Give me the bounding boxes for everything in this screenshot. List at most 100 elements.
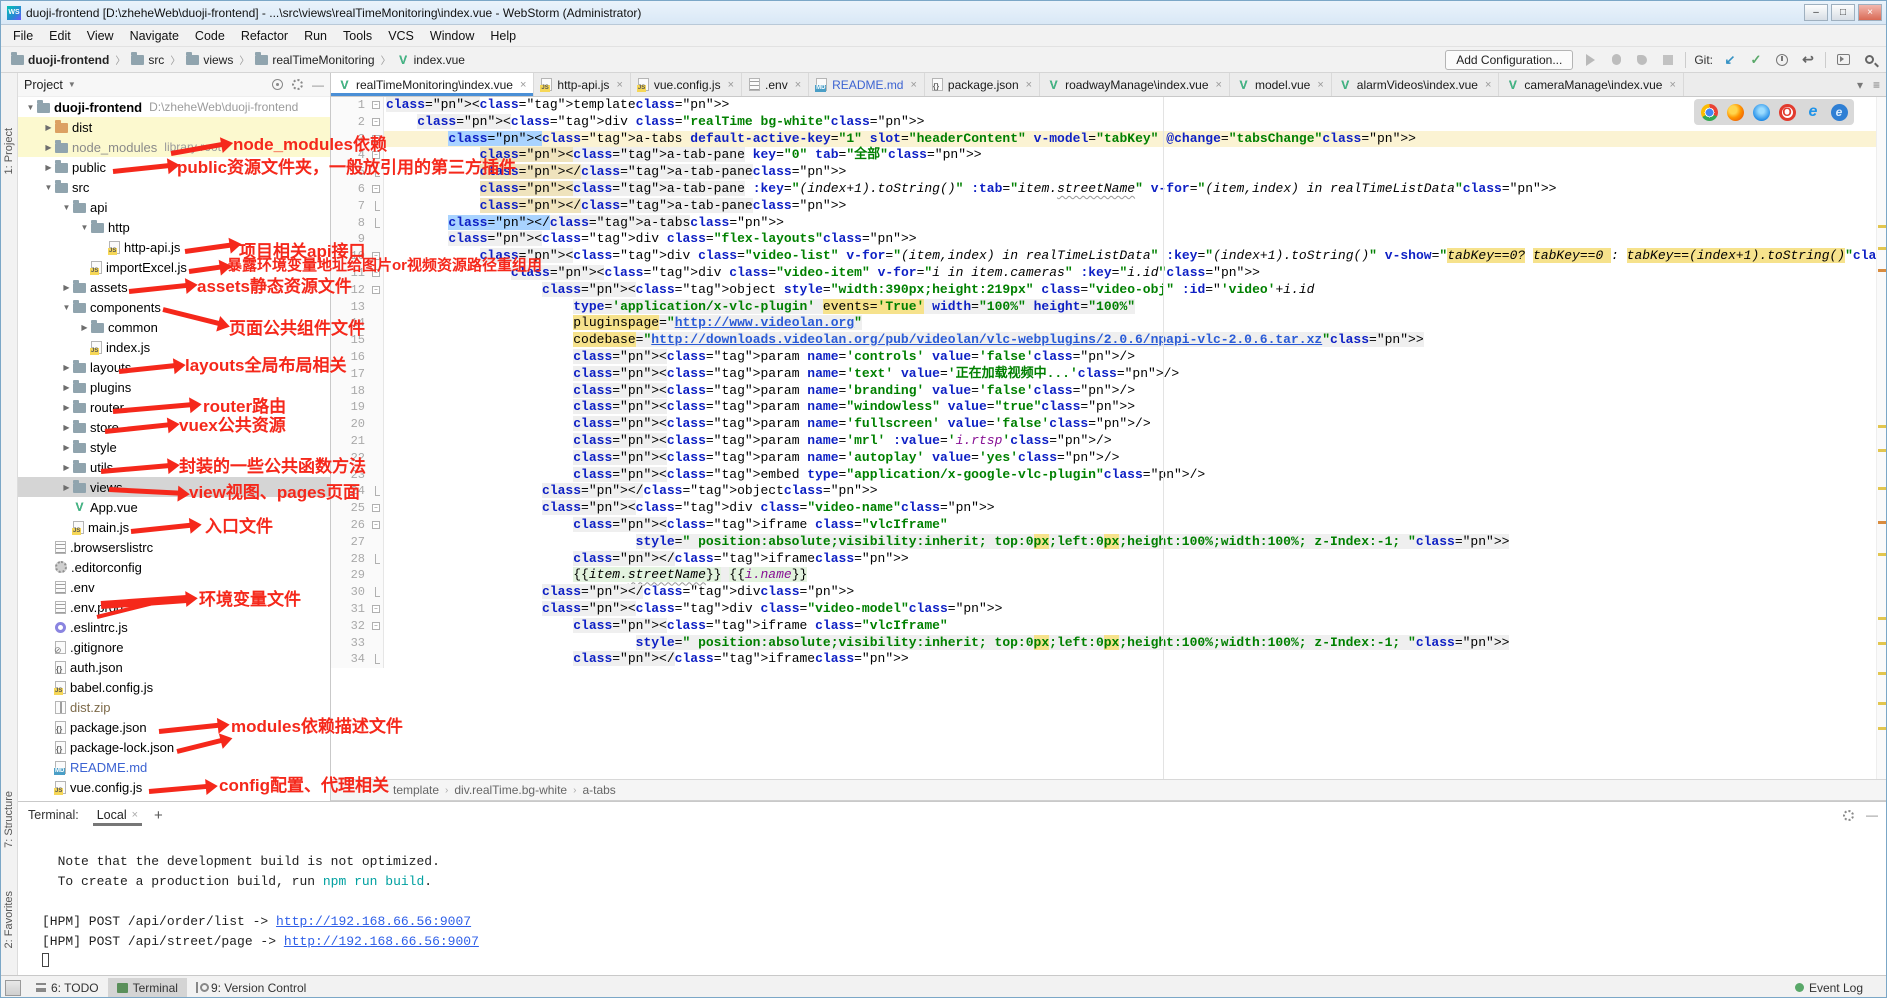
code-line[interactable]: 29 {{item.streetName}} {{i.name}}	[331, 567, 1887, 584]
fold-gutter[interactable]	[370, 483, 384, 500]
editor-breadcrumb-item[interactable]: template	[393, 783, 439, 797]
rollback-icon[interactable]: ↩	[1799, 51, 1817, 69]
tree-item-public[interactable]: ▶public	[18, 157, 330, 177]
statusbar-6-todo[interactable]: 6: TODO	[27, 978, 108, 998]
tree-item-http-api.js[interactable]: http-api.js	[18, 237, 330, 257]
fold-collapse-icon[interactable]: –	[372, 622, 380, 630]
fold-collapse-icon[interactable]: –	[372, 118, 380, 126]
menu-refactor[interactable]: Refactor	[233, 27, 296, 45]
tree-collapse-icon[interactable]: ▶	[60, 283, 73, 292]
tree-collapse-icon[interactable]: ▶	[78, 323, 91, 332]
new-terminal-icon[interactable]: +	[154, 807, 163, 824]
tree-item-index.js[interactable]: index.js	[18, 337, 330, 357]
tree-item-node_modules[interactable]: ▶node_moduleslibrary root	[18, 137, 330, 157]
fold-gutter[interactable]	[370, 584, 384, 601]
inspection-mark-icon[interactable]	[1878, 269, 1886, 272]
tool-window-switcher-icon[interactable]	[5, 980, 21, 996]
edge-browser-icon[interactable]: e	[1831, 104, 1848, 121]
fold-collapse-icon[interactable]: –	[372, 521, 380, 529]
tree-item-http[interactable]: ▼http	[18, 217, 330, 237]
editor-tab[interactable]: VcameraManage\index.vue×	[1499, 73, 1684, 96]
menu-window[interactable]: Window	[422, 27, 482, 45]
fold-gutter[interactable]	[370, 399, 384, 416]
tree-expand-icon[interactable]: ▼	[60, 203, 73, 212]
code-line[interactable]: 16 class="pn"><class="tag">param name='c…	[331, 349, 1887, 366]
fold-collapse-icon[interactable]: –	[372, 185, 380, 193]
title-bar[interactable]: WS duoji-frontend [D:\zheheWeb\duoji-fro…	[1, 1, 1886, 25]
fold-collapse-icon[interactable]: –	[372, 605, 380, 613]
editor-tab[interactable]: README.md×	[809, 73, 925, 96]
tree-item-views[interactable]: ▶views	[18, 477, 330, 497]
tree-item-.eslintrc.js[interactable]: .eslintrc.js	[18, 617, 330, 637]
editor-breadcrumb-item[interactable]: a-tabs	[582, 783, 615, 797]
inspection-mark-icon[interactable]	[1878, 487, 1886, 490]
tab-close-icon[interactable]: ×	[1026, 79, 1032, 91]
run-icon[interactable]	[1581, 51, 1599, 69]
inspection-mark-icon[interactable]	[1878, 702, 1886, 705]
fold-collapse-icon[interactable]: –	[372, 135, 380, 143]
terminal-settings-icon[interactable]	[1843, 810, 1854, 821]
code-line[interactable]: 32– class="pn"><class="tag">iframe class…	[331, 618, 1887, 635]
chrome-browser-icon[interactable]	[1701, 104, 1718, 121]
fold-gutter[interactable]: –	[370, 618, 384, 635]
fold-collapse-icon[interactable]: –	[372, 252, 380, 260]
tree-item-package.json[interactable]: package.json	[18, 717, 330, 737]
gear-icon[interactable]	[292, 79, 303, 90]
fold-gutter[interactable]	[370, 551, 384, 568]
fold-gutter[interactable]: –	[370, 601, 384, 618]
inspection-mark-icon[interactable]	[1878, 553, 1886, 556]
tree-item-assets[interactable]: ▶assets	[18, 277, 330, 297]
code-line[interactable]: 22 class="pn"><class="tag">param name='a…	[331, 450, 1887, 467]
breadcrumb-item[interactable]: realTimeMonitoring	[253, 52, 376, 68]
code-line[interactable]: 23 class="pn"><class="tag">embed type="a…	[331, 467, 1887, 484]
tree-expand-icon[interactable]: ▼	[78, 223, 91, 232]
tree-item-.gitignore[interactable]: .gitignore	[18, 637, 330, 657]
code-line[interactable]: 11– class="pn"><class="tag">div class="v…	[331, 265, 1887, 282]
editor-tab[interactable]: http-api.js×	[534, 73, 630, 96]
tree-item-main.js[interactable]: main.js	[18, 517, 330, 537]
tree-item-src[interactable]: ▼src	[18, 177, 330, 197]
fold-collapse-icon[interactable]: –	[372, 269, 380, 277]
tree-item-vue.config.js[interactable]: vue.config.js	[18, 777, 330, 797]
code-line[interactable]: 20 class="pn"><class="tag">param name='f…	[331, 416, 1887, 433]
tab-close-icon[interactable]: ×	[520, 79, 526, 91]
fold-gutter[interactable]	[370, 332, 384, 349]
error-stripe[interactable]	[1876, 97, 1887, 779]
editor-breadcrumb-item[interactable]: div.realTime.bg-white	[454, 783, 567, 797]
tab-close-icon[interactable]: ×	[795, 79, 801, 91]
code-line[interactable]: 25– class="pn"><class="tag">div class="v…	[331, 500, 1887, 517]
fold-collapse-icon[interactable]: –	[372, 101, 380, 109]
tree-collapse-icon[interactable]: ▶	[60, 423, 73, 432]
inspection-mark-icon[interactable]	[1878, 225, 1886, 228]
fold-gutter[interactable]	[370, 416, 384, 433]
tree-item-.editorconfig[interactable]: .editorconfig	[18, 557, 330, 577]
fold-gutter[interactable]	[370, 215, 384, 232]
fold-gutter[interactable]: –	[370, 248, 384, 265]
code-line[interactable]: 17 class="pn"><class="tag">param name='t…	[331, 366, 1887, 383]
editor-tab[interactable]: ValarmVideos\index.vue×	[1332, 73, 1500, 96]
coverage-icon[interactable]	[1633, 51, 1651, 69]
inspection-mark-icon[interactable]	[1878, 672, 1886, 675]
code-line[interactable]: 12– class="pn"><class="tag">object style…	[331, 282, 1887, 299]
locate-file-icon[interactable]	[272, 79, 283, 90]
inspection-mark-icon[interactable]	[1878, 617, 1886, 620]
tree-collapse-icon[interactable]: ▶	[60, 443, 73, 452]
chevron-down-icon[interactable]: ▼	[68, 80, 76, 89]
tab-close-icon[interactable]: ×	[132, 809, 138, 821]
code-line[interactable]: 26– class="pn"><class="tag">iframe class…	[331, 517, 1887, 534]
tree-item-duoji-frontend[interactable]: ▼duoji-frontendD:\zheheWeb\duoji-fronten…	[18, 97, 330, 117]
fold-collapse-icon[interactable]: –	[372, 504, 380, 512]
tool-stripe-structure[interactable]: 7: Structure	[3, 791, 15, 848]
code-line[interactable]: 7 class="pn"></class="tag">a-tab-panecla…	[331, 198, 1887, 215]
editor-tab[interactable]: VroadwayManage\index.vue×	[1040, 73, 1230, 96]
editor-tab[interactable]: Vmodel.vue×	[1230, 73, 1332, 96]
tree-expand-icon[interactable]: ▼	[60, 303, 73, 312]
code-line[interactable]: 10– class="pn"><class="tag">div class="v…	[331, 248, 1887, 265]
tab-list-icon[interactable]: ≡	[1873, 78, 1880, 92]
tree-item-package-lock.json[interactable]: package-lock.json	[18, 737, 330, 757]
tree-item-style[interactable]: ▶style	[18, 437, 330, 457]
stop-icon[interactable]	[1659, 51, 1677, 69]
fold-collapse-icon[interactable]: –	[372, 151, 380, 159]
fold-gutter[interactable]	[370, 467, 384, 484]
fold-gutter[interactable]	[370, 315, 384, 332]
